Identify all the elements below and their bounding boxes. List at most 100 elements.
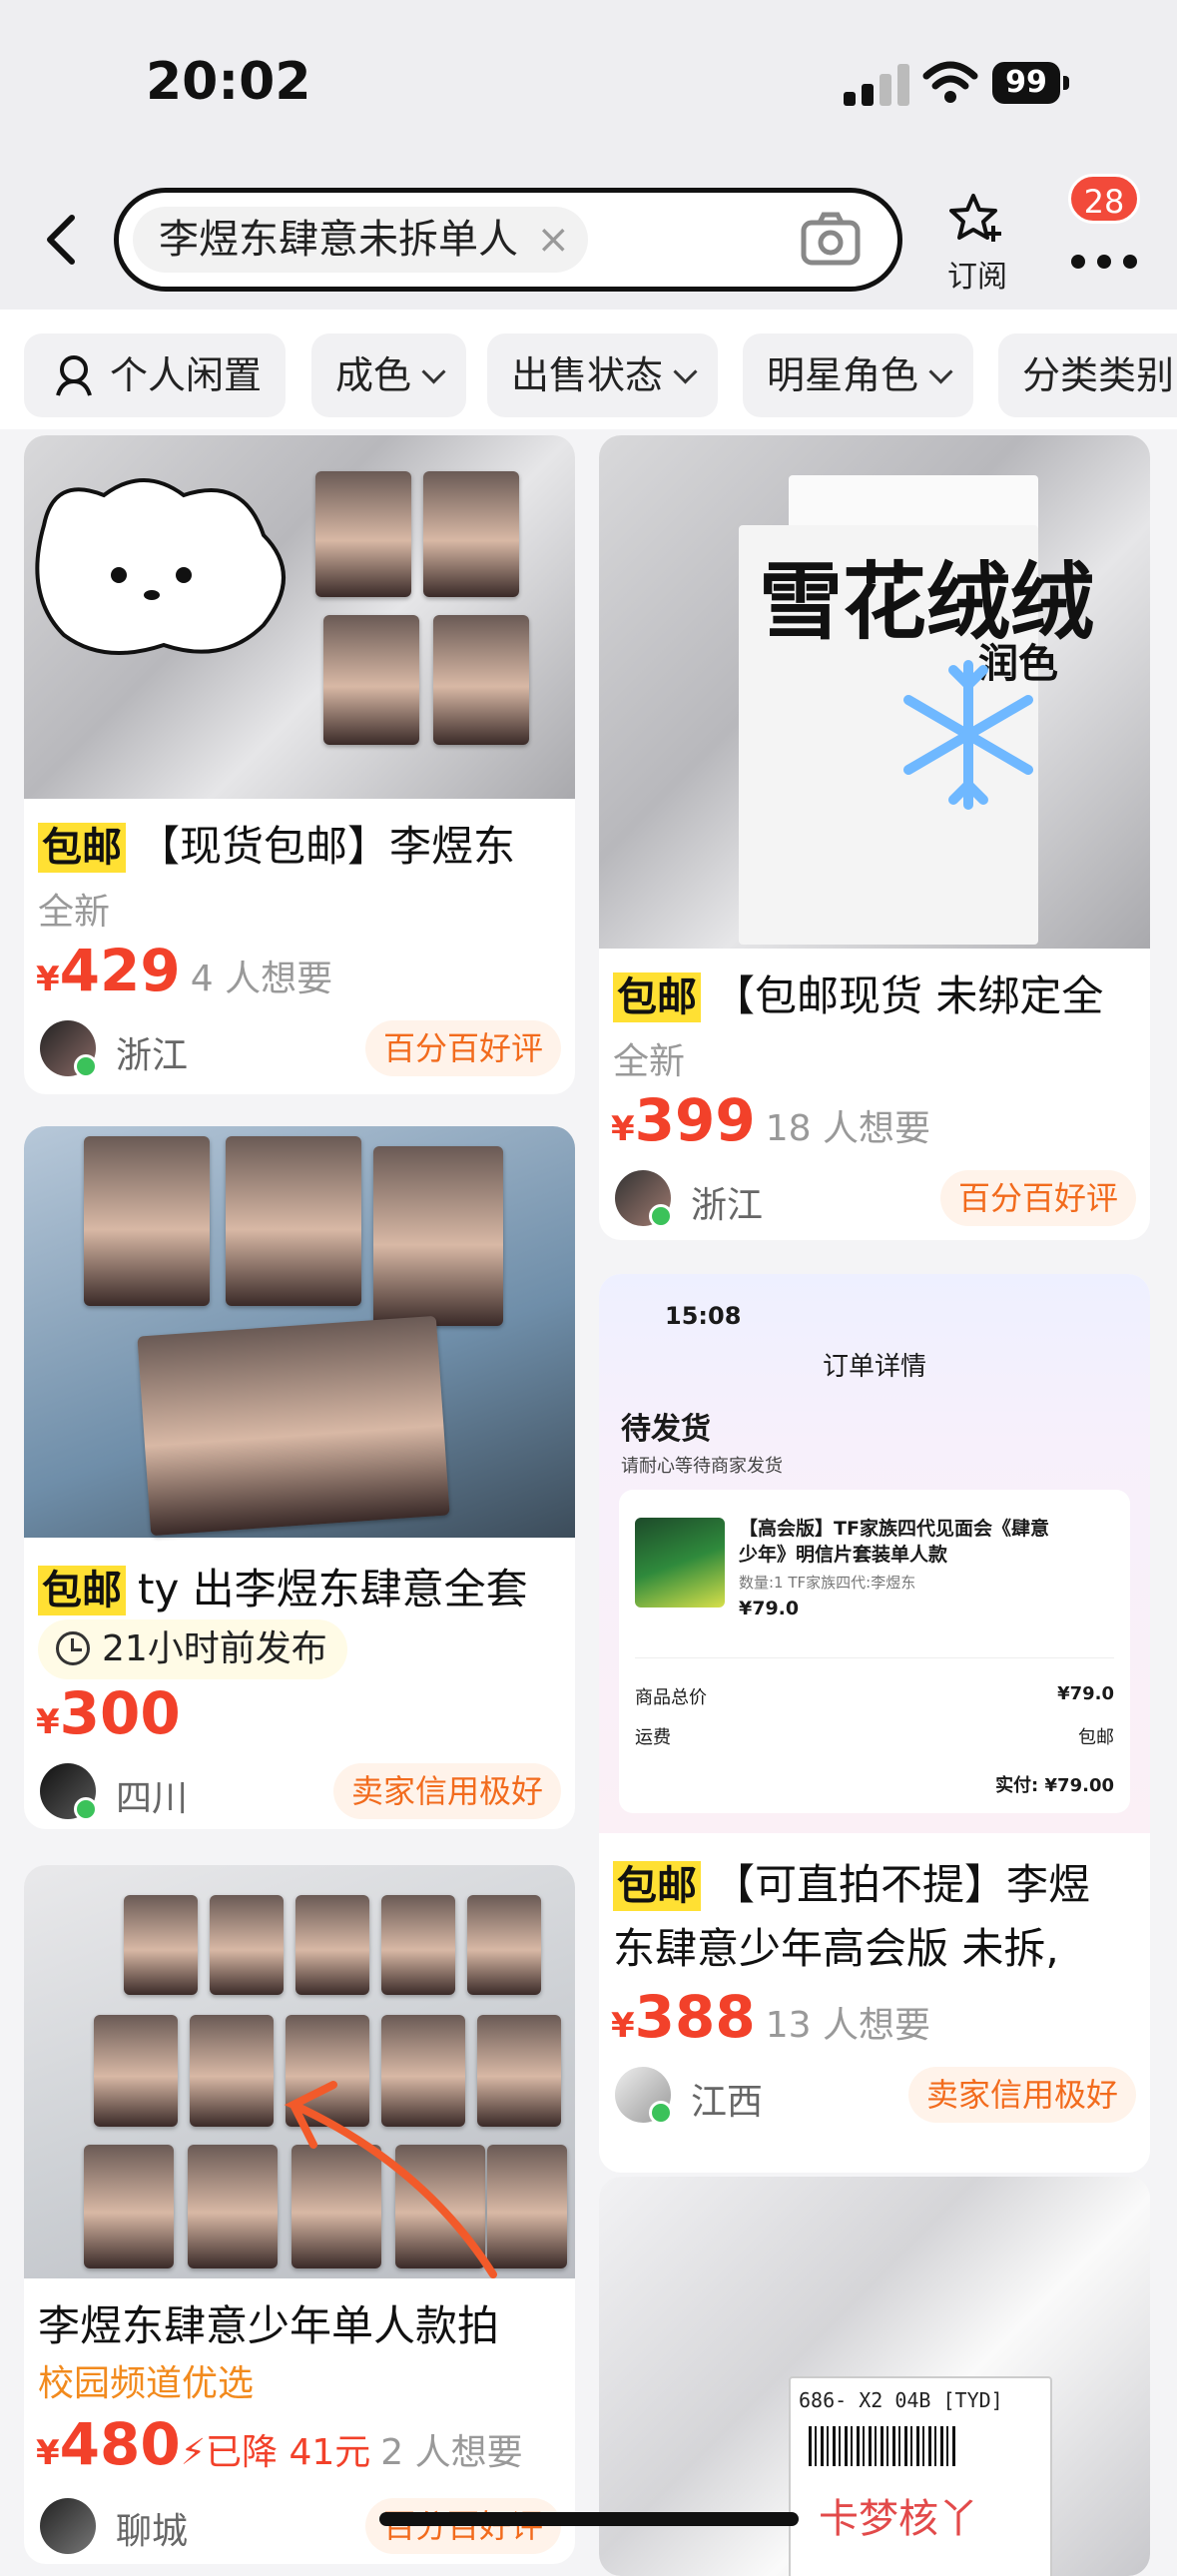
reputation-badge: 百分百好评 <box>364 1020 561 1076</box>
filter-label: 明星角色 <box>767 353 919 397</box>
clear-query-icon[interactable]: × <box>536 207 570 273</box>
published-time-badge: 21小时前发布 <box>38 1619 347 1679</box>
subscribe-button[interactable]: 订阅 <box>942 192 1012 295</box>
person-icon <box>56 355 92 396</box>
battery-icon: 99 <box>992 62 1072 106</box>
product-title-line2: 东肆意少年高会版 未拆, <box>613 1924 1059 1973</box>
seller-avatar[interactable] <box>40 2498 96 2554</box>
product-title: 包邮 【可直拍不提】李煜 <box>613 1851 1136 1912</box>
order-shipping-row: 运费 包邮 <box>635 1723 1114 1749</box>
order-screenshot-status: 待发货 <box>621 1412 711 1447</box>
back-arrow-icon[interactable] <box>34 210 94 270</box>
seller-avatar[interactable] <box>615 1170 673 1228</box>
order-shipping-label: 运费 <box>635 1727 671 1748</box>
search-header: 李煜东肆意未拆单人 × 订阅 28 <box>0 170 1177 310</box>
reputation-badge: 百分百好评 <box>939 1170 1136 1226</box>
wifi-icon <box>922 61 978 103</box>
clock-icon <box>56 1631 90 1665</box>
battery-level: 99 <box>992 62 1060 104</box>
product-image[interactable] <box>24 1865 575 2278</box>
price-value: 388 <box>634 1983 756 2051</box>
product-price: ¥429 4 人想要 <box>36 937 333 1004</box>
filter-star-role[interactable]: 明星角色 <box>743 333 974 417</box>
subscribe-label: 订阅 <box>947 260 1007 295</box>
free-shipping-tag: 包邮 <box>613 972 701 1022</box>
product-title: 包邮 【包邮现货 未绑定全 <box>613 963 1136 1023</box>
price-drop: ⚡已降 41元 <box>180 2432 371 2473</box>
price-value: 480 <box>59 2410 181 2478</box>
order-screenshot-title: 订单详情 <box>822 1352 926 1382</box>
order-paid: 实付: ¥79.00 <box>995 1775 1114 1796</box>
order-total-label: 商品总价 <box>635 1687 707 1708</box>
product-card[interactable]: 包邮 【现货包邮】李煜东 全新 ¥429 4 人想要 浙江 百分百好评 <box>24 435 575 1094</box>
filter-label: 出售状态 <box>511 353 664 397</box>
filter-sale-status[interactable]: 出售状态 <box>487 333 719 417</box>
price-value: 429 <box>59 937 181 1004</box>
more-options-icon[interactable] <box>1066 220 1142 280</box>
product-price: ¥399 18 人想要 <box>611 1086 931 1154</box>
wants-count: 4 人想要 <box>190 959 333 999</box>
product-image[interactable] <box>24 1126 575 1538</box>
order-product-qty: 数量:1 TF家族四代:李煜东 <box>739 1574 916 1592</box>
product-title: 包邮 ty 出李煜东肆意全套 <box>38 1556 561 1616</box>
shipping-label-code: 686- X2 04B [TYD] <box>799 2388 1003 2412</box>
free-shipping-tag: 包邮 <box>38 823 126 873</box>
campus-channel-tag: 校园频道优选 <box>38 2363 255 2404</box>
order-product-name: 【高会版】TF家族四代见面会《肆意少年》明信片套装单人款 <box>739 1518 1049 1566</box>
seller-avatar[interactable] <box>615 2067 673 2125</box>
home-indicator[interactable] <box>379 2512 799 2526</box>
wants-count: 13 人想要 <box>765 2005 931 2046</box>
product-card[interactable]: 雪花绒绒 润色 包邮 【包邮现货 未绑定全 全新 ¥399 18 人想要 浙江 百分… <box>599 435 1150 1240</box>
seller-avatar[interactable] <box>40 1020 98 1078</box>
wants-count: 2 人想要 <box>380 2432 523 2473</box>
product-image[interactable] <box>24 435 575 799</box>
order-total-value: ¥79.0 <box>1057 1683 1114 1704</box>
search-query-chip[interactable]: 李煜东肆意未拆单人 × <box>133 207 588 273</box>
price-value: 300 <box>59 1679 181 1747</box>
seller-location: 四川 <box>116 1778 189 1819</box>
watermark-text: 卡梦核丫 <box>819 2496 978 2542</box>
seller-location: 聊城 <box>116 2511 189 2552</box>
search-bar[interactable]: 李煜东肆意未拆单人 × <box>114 188 902 292</box>
filter-label: 分类类别 <box>1022 353 1175 397</box>
camera-icon[interactable] <box>800 211 862 269</box>
reputation-badge: 卖家信用极好 <box>332 1763 561 1819</box>
filter-personal-idle[interactable]: 个人闲置 <box>24 333 287 417</box>
product-title-text: ty 出李煜东肆意全套 <box>138 1565 528 1613</box>
product-card[interactable]: 李煜东肆意少年单人款拍 校园频道优选 ¥480⚡已降 41元 2 人想要 聊城 百… <box>24 1865 575 2564</box>
filter-category[interactable]: 分类类别 <box>998 333 1177 417</box>
product-price: ¥480⚡已降 41元 2 人想要 <box>36 2410 523 2478</box>
product-condition: 全新 <box>38 892 111 933</box>
order-total-row: 商品总价 ¥79.0 <box>635 1683 1114 1709</box>
published-text: 21小时前发布 <box>102 1628 327 1669</box>
filter-label: 成色 <box>335 353 412 397</box>
filter-bar: 个人闲置 成色 出售状态 明星角色 分类类别 <box>0 310 1177 429</box>
free-shipping-tag: 包邮 <box>38 1566 126 1615</box>
status-bar: 20:02 99 <box>0 0 1177 170</box>
arrow-mark-icon <box>284 2081 497 2278</box>
product-image[interactable]: 15:08 订单详情 待发货 请耐心等待商家发货 【高会版】TF家族四代见面会《… <box>599 1274 1150 1833</box>
seller-avatar[interactable] <box>40 1763 98 1821</box>
seller-location: 浙江 <box>691 1185 764 1226</box>
seller-location: 浙江 <box>116 1035 189 1076</box>
product-condition: 全新 <box>613 1041 686 1082</box>
product-title: 包邮 【现货包邮】李煜东 <box>38 813 561 874</box>
filter-label: 个人闲置 <box>110 353 263 397</box>
product-title: 李煜东肆意少年单人款拍 <box>38 2301 500 2350</box>
order-screenshot-subtitle: 请耐心等待商家发货 <box>621 1456 783 1477</box>
price-value: 399 <box>634 1086 756 1154</box>
order-screenshot-time: 15:08 <box>665 1302 742 1330</box>
star-plus-icon <box>949 194 1001 242</box>
product-title-text: 【包邮现货 未绑定全 <box>713 971 1104 1020</box>
snowflake-icon <box>903 660 1033 810</box>
cellular-signal-icon <box>844 64 909 106</box>
puppy-sticker-icon <box>35 478 286 655</box>
product-image[interactable]: 雪花绒绒 润色 <box>599 435 1150 949</box>
product-title-text: 【可直拍不提】李煜 <box>713 1860 1091 1909</box>
product-card[interactable]: 包邮 ty 出李煜东肆意全套 21小时前发布 ¥300 四川 卖家信用极好 <box>24 1126 575 1829</box>
free-shipping-tag: 包邮 <box>613 1861 701 1911</box>
product-card[interactable]: 15:08 订单详情 待发货 请耐心等待商家发货 【高会版】TF家族四代见面会《… <box>599 1274 1150 2173</box>
reputation-badge: 卖家信用极好 <box>907 2067 1136 2123</box>
seller-location: 江西 <box>691 2082 764 2123</box>
filter-condition[interactable]: 成色 <box>311 333 467 417</box>
